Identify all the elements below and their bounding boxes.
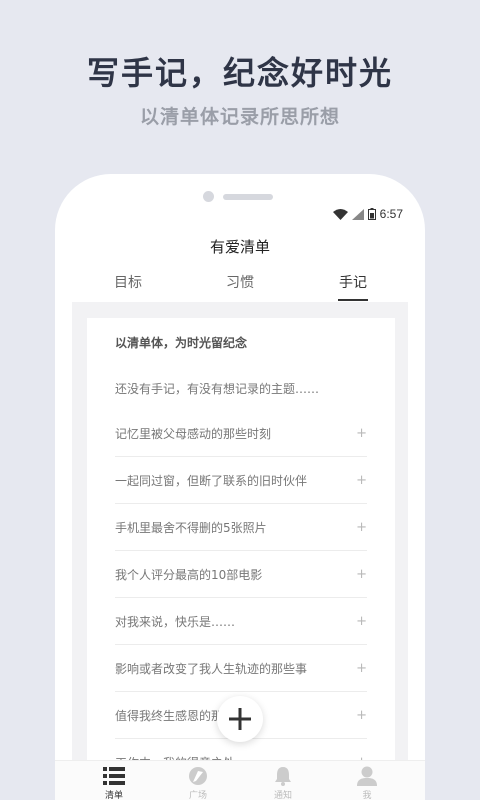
user-icon	[357, 766, 377, 786]
list-item[interactable]: 影响或者改变了我人生轨迹的那些事 +	[115, 645, 367, 692]
promo-subline: 以清单体记录所思所想	[139, 106, 340, 128]
list-item[interactable]: 对我来说，快乐是…… +	[115, 598, 367, 645]
nav-label: 清单	[104, 791, 123, 800]
list-item-label: 一起同过窗，但断了联系的旧时伙伴	[115, 473, 308, 488]
plus-icon[interactable]: +	[356, 567, 367, 582]
signal-icon	[351, 208, 364, 220]
nav-label: 通知	[273, 791, 292, 800]
tab-notes[interactable]: 手记	[323, 272, 383, 292]
plus-icon[interactable]: +	[356, 473, 367, 488]
list-item-label: 对我来说，快乐是……	[115, 614, 236, 629]
list-item-label: 手机里最舍不得删的5张照片	[115, 520, 267, 535]
nav-label: 广场	[188, 791, 207, 800]
add-note-button[interactable]	[217, 696, 263, 742]
promo-headline: 写手记，纪念好时光	[86, 54, 393, 92]
nav-item-plaza[interactable]: 广场	[168, 766, 228, 800]
tab-habits[interactable]: 习惯	[210, 272, 270, 292]
compass-icon	[189, 767, 207, 785]
plus-icon[interactable]: +	[356, 520, 367, 535]
nav-item-notifications[interactable]: 通知	[253, 766, 313, 800]
list-item[interactable]: 一起同过窗，但断了联系的旧时伙伴 +	[115, 457, 367, 504]
list-item[interactable]: 手机里最舍不得删的5张照片 +	[115, 504, 367, 551]
list-icon	[103, 767, 125, 785]
tab-bar: 目标 习惯 手记	[55, 272, 425, 302]
active-tab-indicator	[338, 299, 368, 301]
speaker-bar	[223, 194, 273, 200]
camera-dot	[203, 191, 214, 202]
battery-icon	[367, 208, 376, 220]
plus-icon[interactable]: +	[356, 614, 367, 629]
tab-goals[interactable]: 目标	[98, 272, 158, 292]
list-item[interactable]: 我个人评分最高的10部电影 +	[115, 551, 367, 598]
status-bar: 6:57	[332, 207, 403, 221]
list-item-label: 我个人评分最高的10部电影	[115, 567, 263, 582]
plus-icon[interactable]: +	[356, 661, 367, 676]
list-item[interactable]: 记忆里被父母感动的那些时刻 +	[115, 410, 367, 457]
plus-icon[interactable]: +	[356, 708, 367, 723]
status-time: 6:57	[379, 207, 403, 221]
bell-icon	[275, 767, 291, 786]
plus-icon[interactable]: +	[356, 426, 367, 441]
plus-icon	[229, 708, 251, 730]
nav-item-me[interactable]: 我	[337, 766, 397, 800]
app-title: 有爱清单	[209, 238, 270, 256]
nav-item-list[interactable]: 清单	[84, 766, 144, 800]
phone-frame: 6:57 有爱清单 目标 习惯 手记 以清单体，为时光留纪念 还没有手记，有没有…	[55, 174, 425, 800]
card-title: 以清单体，为时光留纪念	[115, 336, 248, 350]
wifi-icon	[332, 208, 348, 220]
list-item-label: 记忆里被父母感动的那些时刻	[115, 426, 272, 441]
bottom-nav: 清单 广场 通知 我	[55, 760, 425, 800]
list-item-label: 影响或者改变了我人生轨迹的那些事	[115, 661, 308, 676]
nav-label: 我	[362, 791, 372, 800]
empty-intro: 还没有手记，有没有想记录的主题……	[115, 382, 320, 396]
